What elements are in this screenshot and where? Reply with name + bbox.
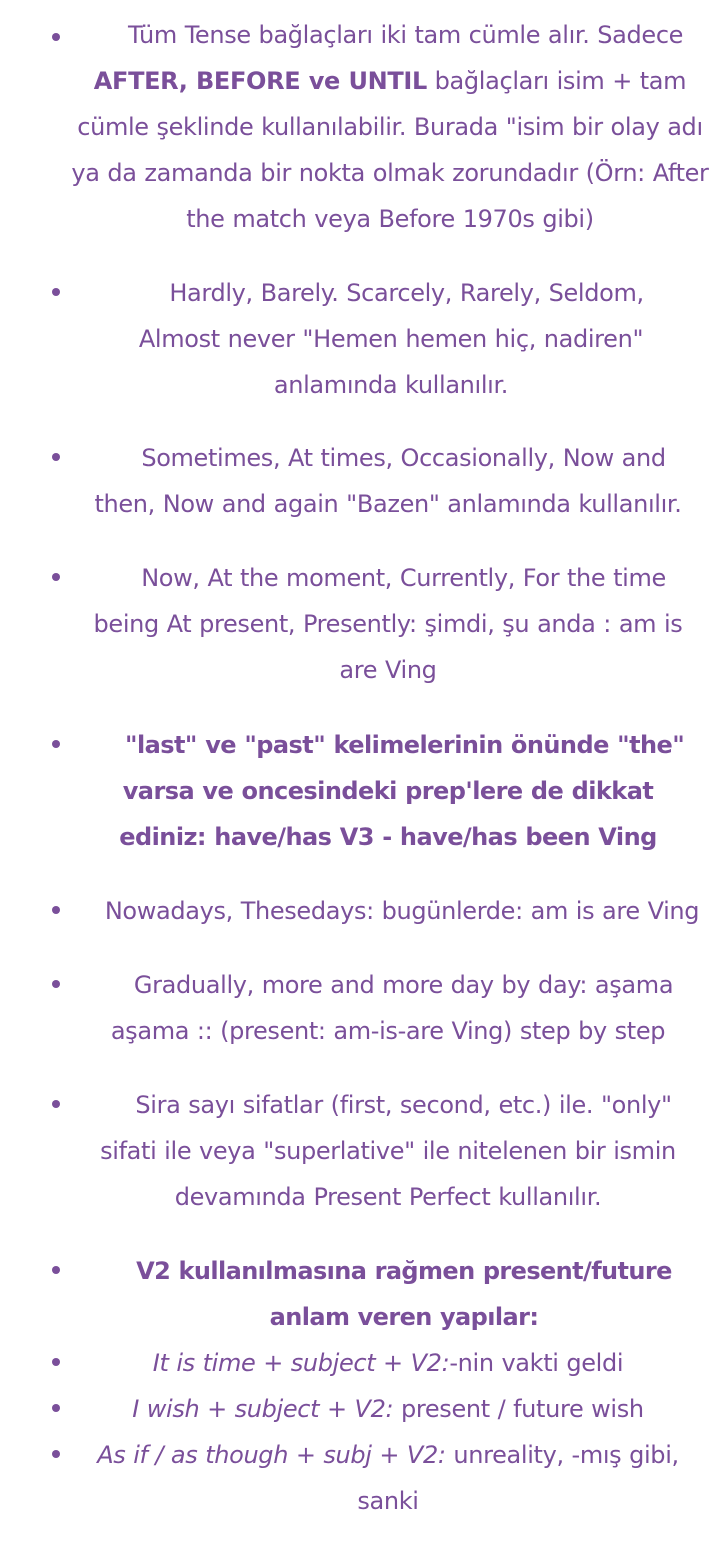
- bullet-icon: [52, 573, 60, 581]
- meaning-text: present / future wish: [393, 1395, 644, 1423]
- document-page: Tüm Tense bağlaçları iki tam cümle alır.…: [0, 0, 720, 1560]
- meaning-text: -nin vakti geldi: [449, 1349, 624, 1377]
- bullet-icon: [52, 1100, 60, 1108]
- formula-text: I wish + subject + V2:: [132, 1395, 394, 1423]
- bullet-icon: [52, 33, 60, 41]
- item-text: Sira sayı sifatlar (first, second, etc.)…: [100, 1091, 676, 1211]
- formula-text: As if / as though + subj + V2:: [97, 1441, 446, 1469]
- section-heading: V2 kullanılmasına rağmen present/future …: [136, 1257, 672, 1331]
- item-text-part: Tüm Tense bağlaçları iki tam cümle alır.…: [128, 21, 684, 49]
- bullet-icon: [52, 980, 60, 988]
- bullet-icon: [52, 1450, 60, 1458]
- item-text: I wish + subject + V2: present / future …: [80, 1386, 696, 1432]
- item-text: Now, At the moment, Currently, For the t…: [93, 564, 683, 684]
- item-text: It is time + subject + V2:-nin vakti gel…: [80, 1340, 696, 1386]
- bullet-icon: [52, 453, 60, 461]
- item-text: Gradually, more and more day by day: aşa…: [110, 971, 674, 1045]
- item-text: Nowadays, Thesedays: bugünlerde: am is a…: [104, 897, 700, 925]
- item-text: Sometimes, At times, Occasionally, Now a…: [94, 444, 682, 518]
- item-text: Hardly, Barely. Scarcely, Rarely, Seldom…: [138, 279, 644, 399]
- bullet-icon: [52, 740, 60, 748]
- bullet-icon: [52, 288, 60, 296]
- bullet-icon: [52, 1266, 60, 1274]
- item-text: Tüm Tense bağlaçları iki tam cümle alır.…: [70, 12, 710, 242]
- emphasis-text: AFTER, BEFORE ve UNTIL: [93, 67, 427, 95]
- bullet-icon: [52, 1404, 60, 1412]
- item-text: As if / as though + subj + V2: unreality…: [86, 1432, 690, 1524]
- item-text: "last" ve "past" kelimelerinin önünde "t…: [119, 731, 685, 851]
- formula-text: It is time + subject + V2:: [152, 1349, 450, 1377]
- bullet-icon: [52, 1358, 60, 1366]
- bullet-icon: [52, 906, 60, 914]
